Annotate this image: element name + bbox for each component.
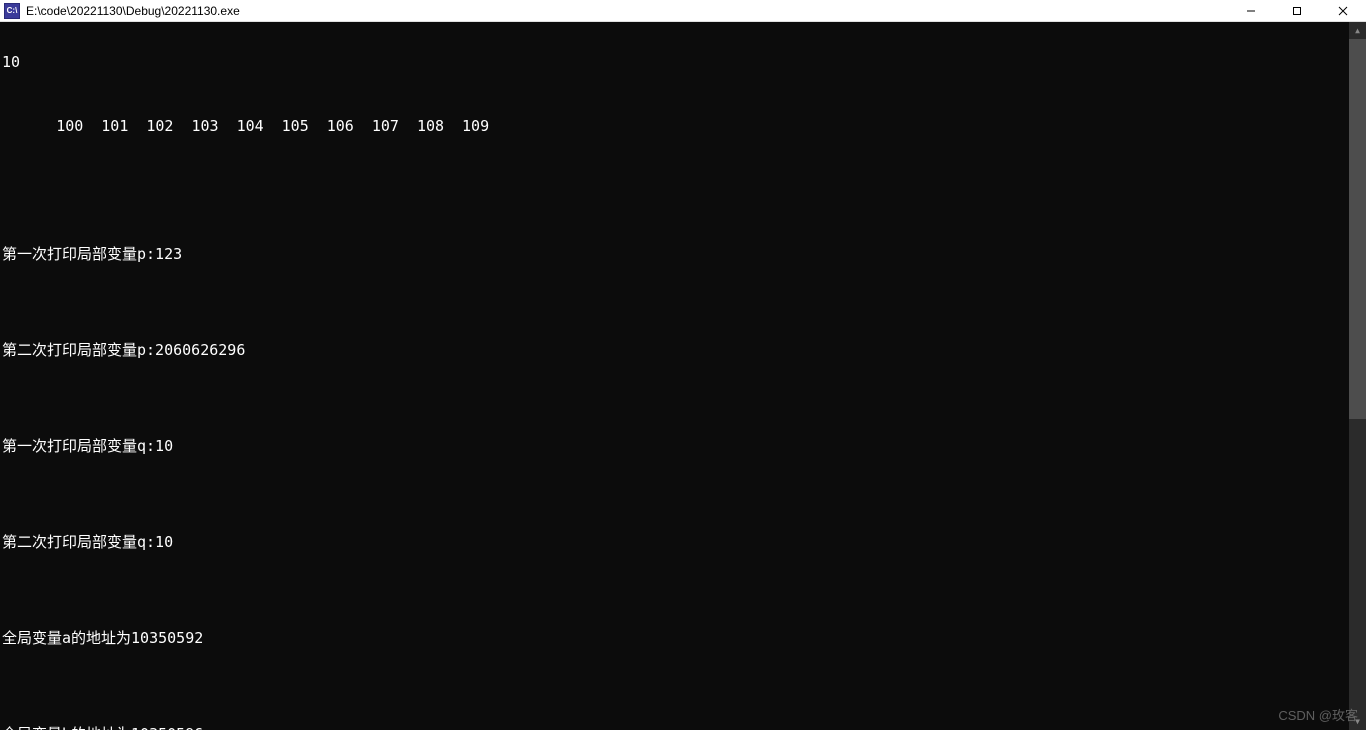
titlebar: C:\ E:\code\20221130\Debug\20221130.exe xyxy=(0,0,1366,22)
output-value: 105 xyxy=(282,118,309,134)
output-blank xyxy=(2,582,1364,598)
scroll-thumb[interactable] xyxy=(1349,39,1366,419)
output-value: 109 xyxy=(462,118,489,134)
app-icon: C:\ xyxy=(4,3,20,19)
output-value: 107 xyxy=(372,118,399,134)
output-blank xyxy=(2,182,1364,198)
output-value: 101 xyxy=(101,118,128,134)
close-button[interactable] xyxy=(1320,0,1366,22)
output-line: 全局变量b的地址为10350596 xyxy=(2,726,1364,730)
output-line: 第一次打印局部变量q:10 xyxy=(2,438,1364,454)
window-title: E:\code\20221130\Debug\20221130.exe xyxy=(26,4,240,18)
output-blank xyxy=(2,486,1364,502)
output-number-row: 100 101 102 103 104 105 106 107 108 109 xyxy=(2,102,1364,150)
scroll-up-arrow-icon[interactable]: ▲ xyxy=(1349,22,1366,39)
output-line: 全局变量a的地址为10350592 xyxy=(2,630,1364,646)
output-line: 10 xyxy=(2,54,1364,70)
titlebar-left: C:\ E:\code\20221130\Debug\20221130.exe xyxy=(4,3,240,19)
output-value: 108 xyxy=(417,118,444,134)
output-value: 100 xyxy=(56,118,83,134)
output-value: 103 xyxy=(191,118,218,134)
output-value: 104 xyxy=(237,118,264,134)
output-blank xyxy=(2,390,1364,406)
minimize-button[interactable] xyxy=(1228,0,1274,22)
maximize-button[interactable] xyxy=(1274,0,1320,22)
output-value: 102 xyxy=(146,118,173,134)
output-line: 第二次打印局部变量q:10 xyxy=(2,534,1364,550)
window-controls xyxy=(1228,0,1366,21)
watermark: CSDN @玫客 xyxy=(1278,708,1358,724)
output-line: 第二次打印局部变量p:2060626296 xyxy=(2,342,1364,358)
console-area[interactable]: 10 100 101 102 103 104 105 106 107 108 109 第一次打印局… xyxy=(0,22,1366,730)
console-content: 10 100 101 102 103 104 105 106 107 108 109 第一次打印局… xyxy=(0,22,1366,730)
output-blank xyxy=(2,678,1364,694)
output-value: 106 xyxy=(327,118,354,134)
output-blank xyxy=(2,294,1364,310)
vertical-scrollbar[interactable]: ▲ ▼ xyxy=(1349,22,1366,730)
output-line: 第一次打印局部变量p:123 xyxy=(2,246,1364,262)
